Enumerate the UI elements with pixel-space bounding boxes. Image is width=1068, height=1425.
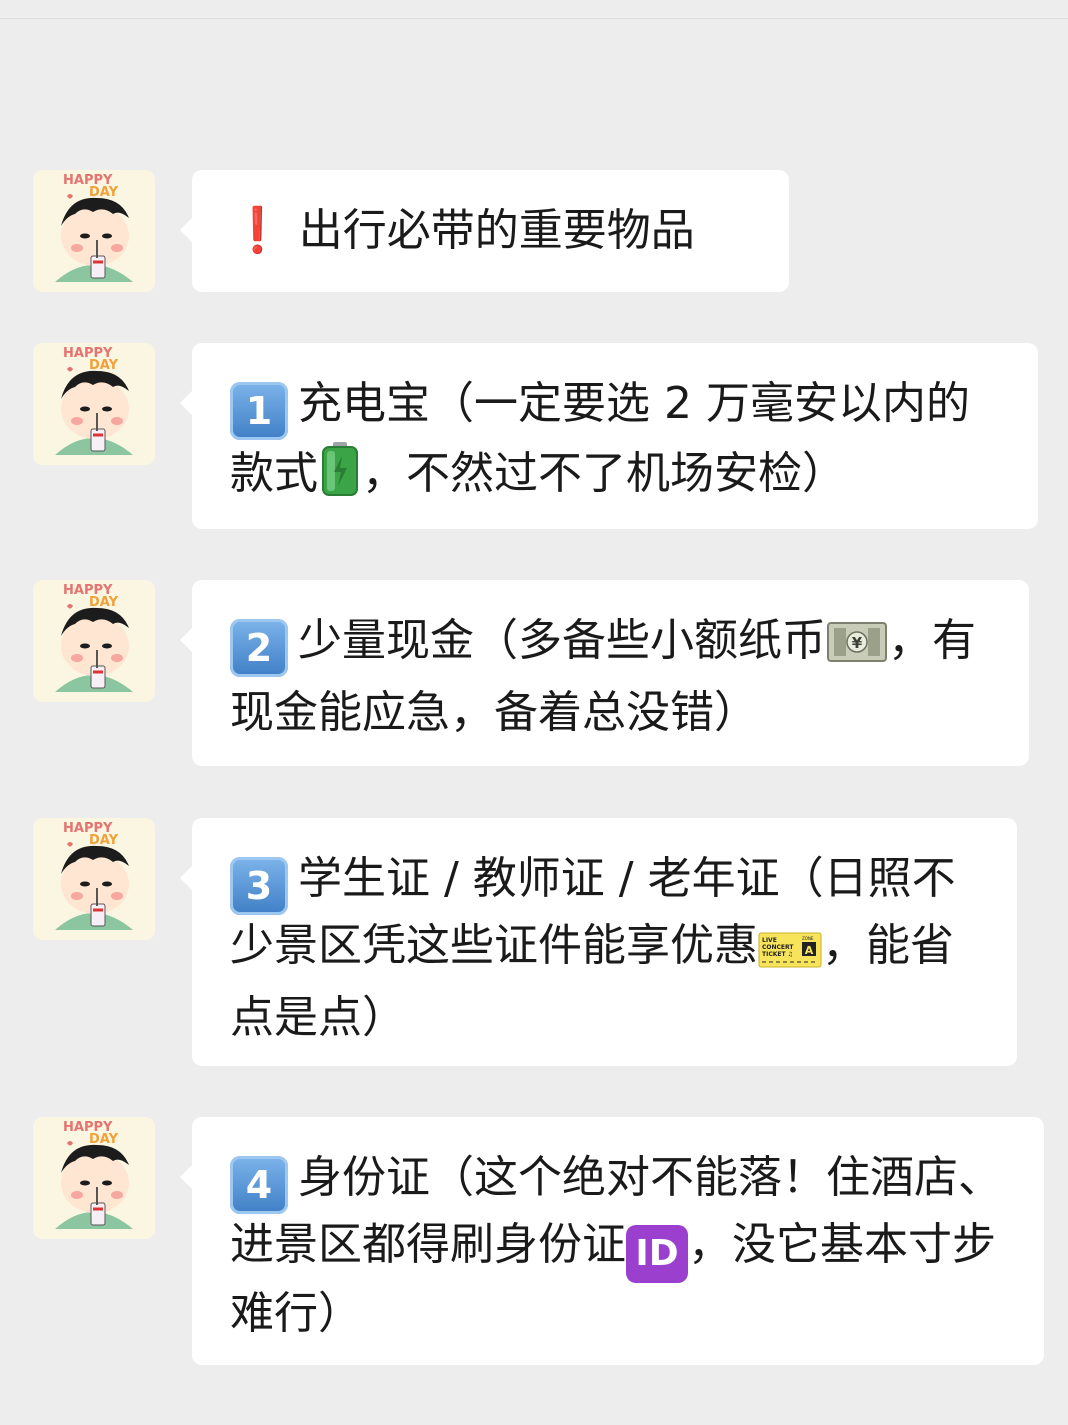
battery-icon [318,440,362,515]
keycap-three-icon: 3 [230,857,288,915]
svg-text:DAY: DAY [89,185,119,200]
keycap-four-icon: 4 [230,1156,288,1214]
top-divider [0,18,1068,19]
keycap-one-icon: 1 [230,382,288,440]
svg-text:LIVE: LIVE [762,937,777,944]
message-bubble[interactable]: 3 学生证 / 教师证 / 老年证（日照不少景区凭这些证件能享优惠 LIVE CO… [180,818,1017,1066]
avatar-image: HAPPY DAY [33,1117,155,1239]
yen-banknote-icon: ¥ [826,619,888,682]
svg-text:DAY: DAY [89,595,119,610]
avatar-image: HAPPY DAY [33,818,155,940]
concert-ticket-icon: LIVE CONCERT TICKET ♫ ZONE A [758,925,822,987]
svg-text:DAY: DAY [89,1132,119,1147]
exclamation-icon: ❗ [230,205,285,256]
message-bubble[interactable]: 4 身份证（这个绝对不能落！住酒店、进景区都得刷身份证 ID ，没它基本寸步难行） [180,1117,1044,1365]
svg-text:TICKET ♫: TICKET ♫ [762,951,793,958]
avatar[interactable]: HAPPY DAY [33,170,155,292]
avatar-image: HAPPY DAY [33,170,155,292]
message-text: 少量现金（多备些小额纸币 [298,615,826,666]
svg-text:¥: ¥ [852,634,863,652]
message-bubble[interactable]: ❗ 出行必带的重要物品 [180,170,789,292]
message-bubble[interactable]: 1 充电宝（一定要选 2 万毫安以内的款式 ，不然过不了机场安检） [180,343,1038,529]
avatar[interactable]: HAPPY DAY [33,1117,155,1239]
avatar-image: HAPPY DAY [33,343,155,465]
avatar[interactable]: HAPPY DAY [33,818,155,940]
avatar-image: HAPPY DAY [33,580,155,702]
avatar[interactable]: HAPPY DAY [33,343,155,465]
avatar[interactable]: HAPPY DAY [33,580,155,702]
id-icon: ID [626,1225,688,1283]
keycap-two-icon: 2 [230,619,288,677]
svg-text:CONCERT: CONCERT [762,944,794,951]
svg-text:DAY: DAY [89,833,119,848]
message-text-continued: ，不然过不了机场安检） [362,448,846,499]
message-text: 出行必带的重要物品 [298,205,695,256]
message-bubble[interactable]: 2 少量现金（多备些小额纸币 ¥ ，有现金能应急，备着总没错） [180,580,1029,766]
svg-text:DAY: DAY [89,358,119,373]
svg-text:ZONE: ZONE [802,936,814,941]
svg-text:A: A [805,944,814,957]
